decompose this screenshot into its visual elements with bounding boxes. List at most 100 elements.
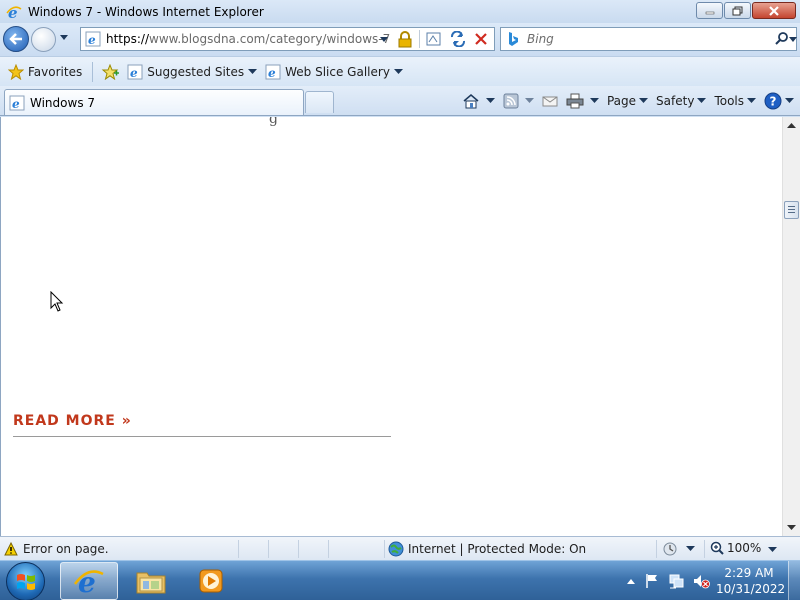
status-message[interactable]: Error on page. — [23, 542, 109, 556]
internet-explorer-icon: e — [74, 566, 104, 596]
home-icon — [463, 94, 479, 109]
svg-text:e: e — [88, 33, 96, 47]
favorites-label: Favorites — [28, 64, 83, 79]
mail-icon — [542, 96, 558, 107]
restore-icon — [732, 6, 742, 15]
tools-menu-label: Tools — [714, 94, 744, 108]
address-dropdown-icon[interactable] — [379, 36, 389, 44]
chevron-down-icon — [697, 98, 707, 103]
lock-icon[interactable] — [397, 31, 413, 48]
warning-icon[interactable] — [4, 541, 18, 556]
restore-button[interactable] — [724, 2, 751, 19]
new-tab-button[interactable] — [305, 91, 334, 113]
status-divider — [268, 540, 269, 558]
start-button[interactable] — [6, 562, 45, 600]
forward-button[interactable] — [31, 27, 56, 52]
address-bar[interactable]: e https://www.blogsdna.com/category/wind… — [80, 27, 495, 51]
clock-time: 2:29 AM — [724, 566, 774, 580]
chevron-down-icon — [785, 98, 794, 103]
back-button[interactable] — [3, 26, 29, 52]
compatibility-view-icon[interactable] — [425, 31, 443, 47]
scroll-up-button[interactable] — [783, 117, 800, 134]
window-title: Windows 7 - Windows Internet Explorer — [28, 4, 264, 19]
status-divider — [238, 540, 239, 558]
network-icon[interactable] — [668, 573, 684, 589]
internet-explorer-icon: e — [6, 4, 22, 20]
scroll-grip-line — [788, 209, 795, 210]
recent-pages-dropdown-icon[interactable] — [59, 34, 69, 42]
favorites-bar: Favorites e Suggested Sites e Web Slice … — [0, 56, 800, 86]
minimize-button[interactable] — [696, 2, 723, 19]
taskbar-media-player[interactable] — [182, 562, 240, 600]
vertical-scrollbar[interactable] — [782, 117, 800, 536]
home-button[interactable] — [462, 93, 495, 109]
zoom-level-button[interactable]: 100% — [710, 541, 761, 555]
show-hidden-icons-icon[interactable] — [626, 577, 636, 585]
zoom-level-label: 100% — [727, 541, 762, 555]
page-menu-label: Page — [606, 94, 637, 108]
scroll-up-arrow-icon — [787, 122, 796, 128]
folder-icon — [136, 572, 166, 594]
tab-row: e Windows 7 Page Safety Tools ? — [0, 86, 800, 116]
scroll-grip-line — [788, 206, 795, 207]
security-zone[interactable]: Internet | Protected Mode: On — [388, 541, 586, 557]
action-center-flag-icon[interactable] — [644, 573, 660, 589]
mouse-cursor-icon — [50, 291, 64, 312]
svg-text:e: e — [268, 66, 276, 80]
status-divider — [384, 540, 385, 558]
close-window-button[interactable] — [752, 2, 796, 19]
scroll-thumb[interactable] — [784, 201, 799, 219]
popup-blocker-button[interactable] — [662, 541, 695, 557]
svg-text:e: e — [12, 97, 20, 111]
scroll-down-arrow-icon — [787, 524, 796, 530]
print-button[interactable] — [566, 93, 599, 109]
close-icon — [769, 5, 779, 16]
svg-text:e: e — [8, 4, 18, 20]
search-options-dropdown-icon[interactable] — [788, 36, 798, 44]
stop-icon[interactable] — [473, 31, 489, 47]
search-box[interactable]: Bing — [500, 27, 797, 51]
internet-globe-icon — [388, 541, 404, 557]
show-desktop-button[interactable] — [788, 561, 800, 600]
tools-menu[interactable]: Tools — [714, 94, 756, 108]
tab-label: Windows 7 — [30, 95, 96, 110]
page-ie-icon: e — [85, 31, 101, 47]
read-more-link[interactable]: READ MORE » — [13, 413, 132, 429]
web-slice-ie-icon: e — [265, 64, 281, 80]
search-placeholder[interactable]: Bing — [527, 32, 554, 46]
chevron-down-icon — [393, 68, 403, 74]
page-menu[interactable]: Page — [606, 94, 649, 108]
taskbar-internet-explorer[interactable]: e — [60, 562, 118, 600]
read-mail-button[interactable] — [542, 94, 558, 108]
url-text[interactable]: https://www.blogsdna.com/category/window… — [106, 32, 390, 46]
system-clock[interactable]: 2:29 AM 10/31/2022 — [716, 565, 785, 597]
scroll-down-button[interactable] — [783, 519, 800, 536]
taskbar-windows-explorer[interactable] — [122, 562, 180, 600]
status-divider — [704, 540, 705, 558]
tab-windows-7[interactable]: e Windows 7 — [4, 89, 304, 115]
web-page-content[interactable]: g READ MORE » — [0, 117, 782, 536]
url-path: /category/windows-7 — [265, 32, 391, 46]
help-menu[interactable]: ? — [764, 92, 794, 110]
web-slice-gallery-link[interactable]: e Web Slice Gallery — [265, 64, 403, 80]
safety-menu[interactable]: Safety — [656, 94, 707, 108]
status-bar: Error on page. Internet | Protected Mode… — [0, 536, 800, 560]
suggested-sites-ie-icon: e — [127, 64, 143, 80]
navigation-bar: e https://www.blogsdna.com/category/wind… — [0, 23, 800, 56]
refresh-icon[interactable] — [449, 31, 467, 47]
suggested-sites-label: Suggested Sites — [147, 64, 245, 79]
minimize-icon — [705, 11, 714, 14]
volume-muted-icon[interactable] — [692, 573, 710, 589]
title-bar: e Windows 7 - Windows Internet Explorer — [0, 0, 800, 23]
help-icon: ? — [764, 92, 782, 110]
feeds-button[interactable] — [503, 93, 534, 109]
zoom-dropdown-icon[interactable] — [768, 547, 777, 553]
chevron-down-icon — [747, 98, 756, 103]
web-slice-gallery-label: Web Slice Gallery — [285, 64, 390, 79]
suggested-sites-link[interactable]: e Suggested Sites — [127, 64, 258, 80]
media-player-icon — [199, 569, 223, 593]
chevron-down-icon — [485, 98, 495, 103]
add-to-favorites-bar-button[interactable] — [101, 63, 120, 80]
favorites-button[interactable]: Favorites — [8, 63, 83, 80]
url-scheme: https:// — [106, 32, 150, 46]
